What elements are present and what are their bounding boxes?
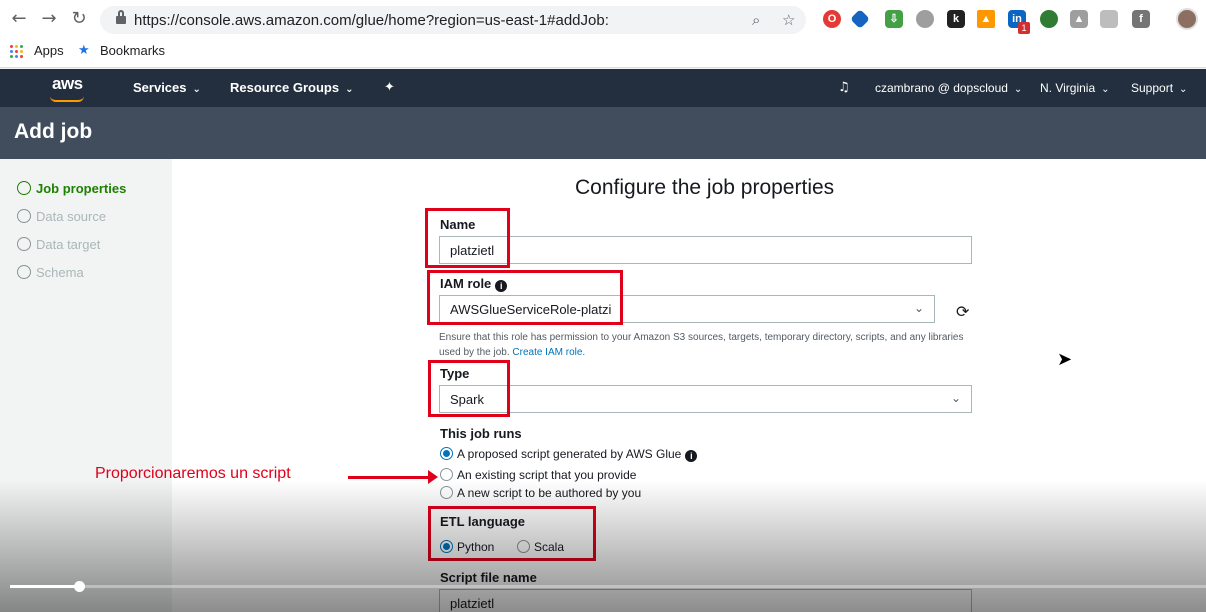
radio-existing-script[interactable]: An existing script that you provide — [440, 468, 636, 482]
k-extension-icon[interactable]: k — [947, 10, 965, 28]
step-circle-icon — [17, 181, 31, 195]
annotation-box-name — [425, 208, 510, 268]
step-circle-icon — [17, 209, 31, 223]
step-circle-icon — [17, 265, 31, 279]
step-schema[interactable]: Schema — [17, 265, 84, 280]
address-bar[interactable]: https://console.aws.amazon.com/glue/home… — [100, 6, 806, 34]
shield-extension-icon[interactable] — [916, 10, 934, 28]
triangle-extension-icon[interactable]: ▲ — [977, 10, 995, 28]
notification-badge: 1 — [1018, 22, 1030, 34]
annotation-arrow — [348, 476, 430, 479]
zoom-icon[interactable]: ⌕ — [752, 11, 760, 29]
account-menu[interactable]: czambrano @ dopscloud ⌄ — [875, 81, 1022, 95]
info-icon: i — [685, 450, 698, 462]
chevron-down-icon: ⌄ — [950, 391, 961, 405]
region-menu[interactable]: N. Virginia ⌄ — [1040, 81, 1110, 95]
step-data-source[interactable]: Data source — [17, 209, 106, 224]
aws-console-header: aws Services ⌄ Resource Groups ⌄ ✦ ♫ czamb… — [0, 69, 1206, 107]
aws-smile-icon — [50, 96, 84, 102]
lock-icon — [116, 10, 126, 25]
script-file-label: Script file name — [440, 570, 537, 585]
name-input[interactable]: platzietl — [439, 236, 972, 264]
job-runs-label: This job runs — [440, 426, 522, 441]
diamond-extension-icon[interactable] — [850, 9, 870, 29]
script-file-input[interactable]: platzietl — [439, 589, 972, 612]
bell-icon[interactable]: ♫ — [838, 80, 850, 95]
star-bookmark-icon: ★ — [78, 43, 90, 58]
star-icon[interactable]: ☆ — [782, 11, 795, 29]
apps-bookmark[interactable]: Apps — [34, 43, 64, 58]
annotation-box-etl-language — [428, 506, 596, 561]
form-heading: Configure the job properties — [575, 176, 835, 199]
job-properties-form: Configure the job properties Name platzi… — [172, 159, 1206, 612]
reload-icon[interactable]: ↻ — [68, 8, 90, 30]
radio-proposed-script[interactable]: A proposed script generated by AWS Glue i — [440, 447, 698, 462]
bookmarks-folder[interactable]: Bookmarks — [100, 43, 165, 58]
apps-icon[interactable] — [10, 45, 24, 59]
browser-chrome: ← → ↻ https://console.aws.amazon.com/glu… — [0, 0, 1206, 68]
drive-extension-icon[interactable]: ▲ — [1070, 10, 1088, 28]
video-progress-bar[interactable] — [10, 581, 1206, 592]
profile-avatar[interactable] — [1176, 8, 1198, 30]
type-select[interactable]: Spark ⌄ — [439, 385, 972, 413]
step-circle-icon — [17, 237, 31, 251]
refresh-icon[interactable]: ⟳ — [956, 302, 969, 321]
url-text: https://console.aws.amazon.com/glue/home… — [134, 12, 609, 29]
create-iam-role-link[interactable]: Create IAM role. — [512, 347, 585, 358]
wizard-steps: Job properties Data source Data target S… — [0, 159, 172, 612]
support-menu[interactable]: Support ⌄ — [1131, 81, 1187, 95]
sitemap-extension-icon[interactable] — [1100, 10, 1118, 28]
page-title: Add job — [14, 120, 93, 143]
iam-role-help: Ensure that this role has permission to … — [439, 332, 964, 358]
inbox-extension-icon[interactable]: ⇩ — [885, 10, 903, 28]
step-job-properties[interactable]: Job properties — [17, 181, 126, 196]
video-progress-fill — [10, 585, 80, 588]
aws-logo[interactable]: aws — [52, 74, 83, 94]
pin-icon[interactable]: ✦ — [384, 80, 395, 95]
annotation-box-iam-role — [427, 270, 623, 325]
mouse-cursor-icon: ➤ — [1057, 349, 1073, 370]
chevron-down-icon: ⌄ — [913, 301, 924, 315]
resource-groups-menu[interactable]: Resource Groups ⌄ — [230, 80, 353, 95]
opera-extension-icon[interactable]: O — [823, 10, 841, 28]
arrow-right-icon — [428, 470, 438, 484]
evernote-extension-icon[interactable] — [1040, 10, 1058, 28]
services-menu[interactable]: Services ⌄ — [133, 80, 201, 95]
radio-new-script[interactable]: A new script to be authored by you — [440, 486, 641, 500]
forward-icon[interactable]: → — [38, 8, 60, 30]
step-data-target[interactable]: Data target — [17, 237, 100, 252]
facebook-extension-icon[interactable]: f — [1132, 10, 1150, 28]
page-title-bar: Add job — [0, 107, 1206, 159]
annotation-text: Proporcionaremos un script — [95, 465, 291, 482]
back-icon[interactable]: ← — [8, 8, 30, 30]
annotation-box-type — [428, 360, 510, 417]
